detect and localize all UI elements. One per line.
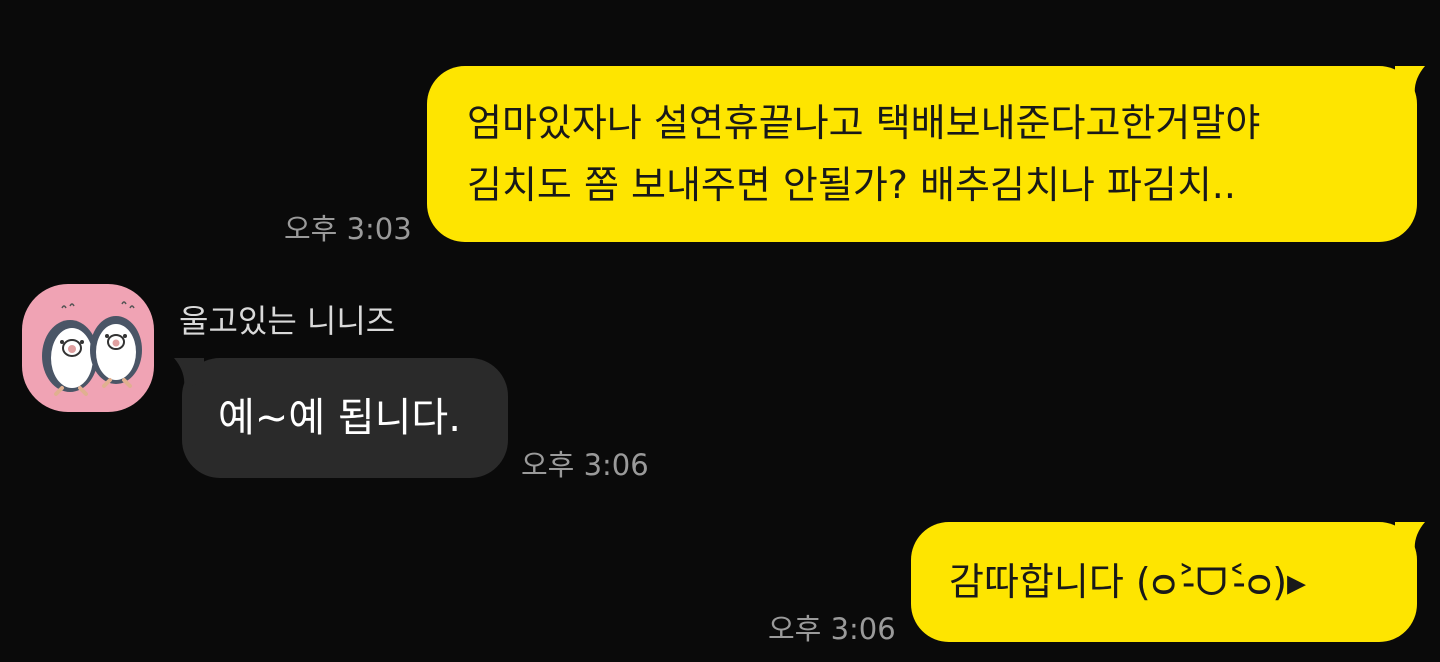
bubble-tail-icon [1395, 66, 1425, 96]
penguins-avatar-icon [42, 301, 142, 396]
bubble-tail-icon [174, 358, 204, 388]
message-text-line: 김치도 쫌 보내주면 안될가? 배추김치나 파김치.. [467, 163, 1236, 207]
message-text: 감따합니다 (ᴑ˃̵ᗜ˂̵ᴑ)▸ [949, 560, 1307, 604]
avatar[interactable] [22, 284, 154, 412]
message-text-line: 엄마있자나 설연휴끝나고 택배보내준다고한거말야 [467, 101, 1261, 145]
incoming-message-bubble[interactable]: 예~예 됩니다. [174, 358, 508, 478]
message-time: 오후 3:03 [284, 212, 412, 246]
outgoing-message-bubble[interactable]: 엄마있자나 설연휴끝나고 택배보내준다고한거말야 김치도 쫌 보내주면 안될가?… [427, 66, 1425, 242]
message-text: 예~예 됩니다. [218, 395, 461, 441]
sender-name: 울고있는 니니즈 [179, 302, 396, 340]
bubble-tail-icon [1395, 522, 1425, 552]
message-time: 오후 3:06 [521, 448, 649, 482]
message-time: 오후 3:06 [768, 612, 896, 646]
outgoing-message-bubble[interactable]: 감따합니다 (ᴑ˃̵ᗜ˂̵ᴑ)▸ [911, 522, 1425, 642]
